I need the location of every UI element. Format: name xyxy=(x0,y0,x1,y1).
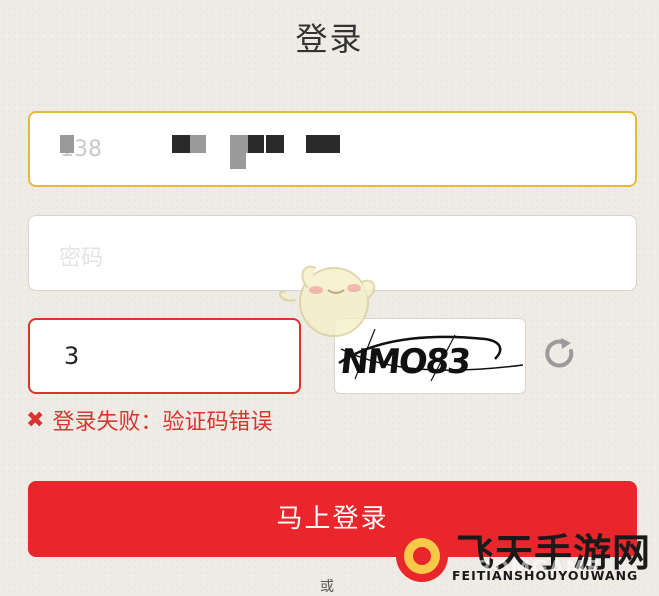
refresh-icon[interactable] xyxy=(541,335,581,375)
close-icon: ✖ xyxy=(26,407,45,433)
blur-block xyxy=(60,135,74,153)
captcha-value: 3 xyxy=(64,342,80,370)
blur-block xyxy=(190,135,206,153)
error-message: ✖ 登录失败：验证码错误 xyxy=(26,404,272,436)
blur-block xyxy=(266,135,284,153)
password-placeholder: 密码 xyxy=(59,246,104,271)
captcha-input[interactable]: 3 xyxy=(28,318,301,394)
blur-block xyxy=(230,135,248,153)
site-watermark: 飞天手游网 3DMGAME FEITIANSHOUYOUWANG xyxy=(388,518,659,589)
blur-block xyxy=(172,135,190,153)
blur-block xyxy=(248,135,264,153)
mascot-watermark xyxy=(272,248,392,344)
blur-block xyxy=(324,135,340,153)
phone-input[interactable]: 138 xyxy=(28,111,637,187)
page-title: 登录 xyxy=(295,20,364,58)
bottom-partial-text: 或 xyxy=(320,579,334,595)
blur-block xyxy=(306,135,324,153)
error-text: 登录失败：验证码错误 xyxy=(52,410,273,435)
watermark-english: FEITIANSHOUYOUWANG xyxy=(452,568,639,583)
captcha-image-text: NMO83 xyxy=(338,342,471,382)
blur-block xyxy=(230,153,246,169)
watermark-logo-icon xyxy=(396,522,448,582)
